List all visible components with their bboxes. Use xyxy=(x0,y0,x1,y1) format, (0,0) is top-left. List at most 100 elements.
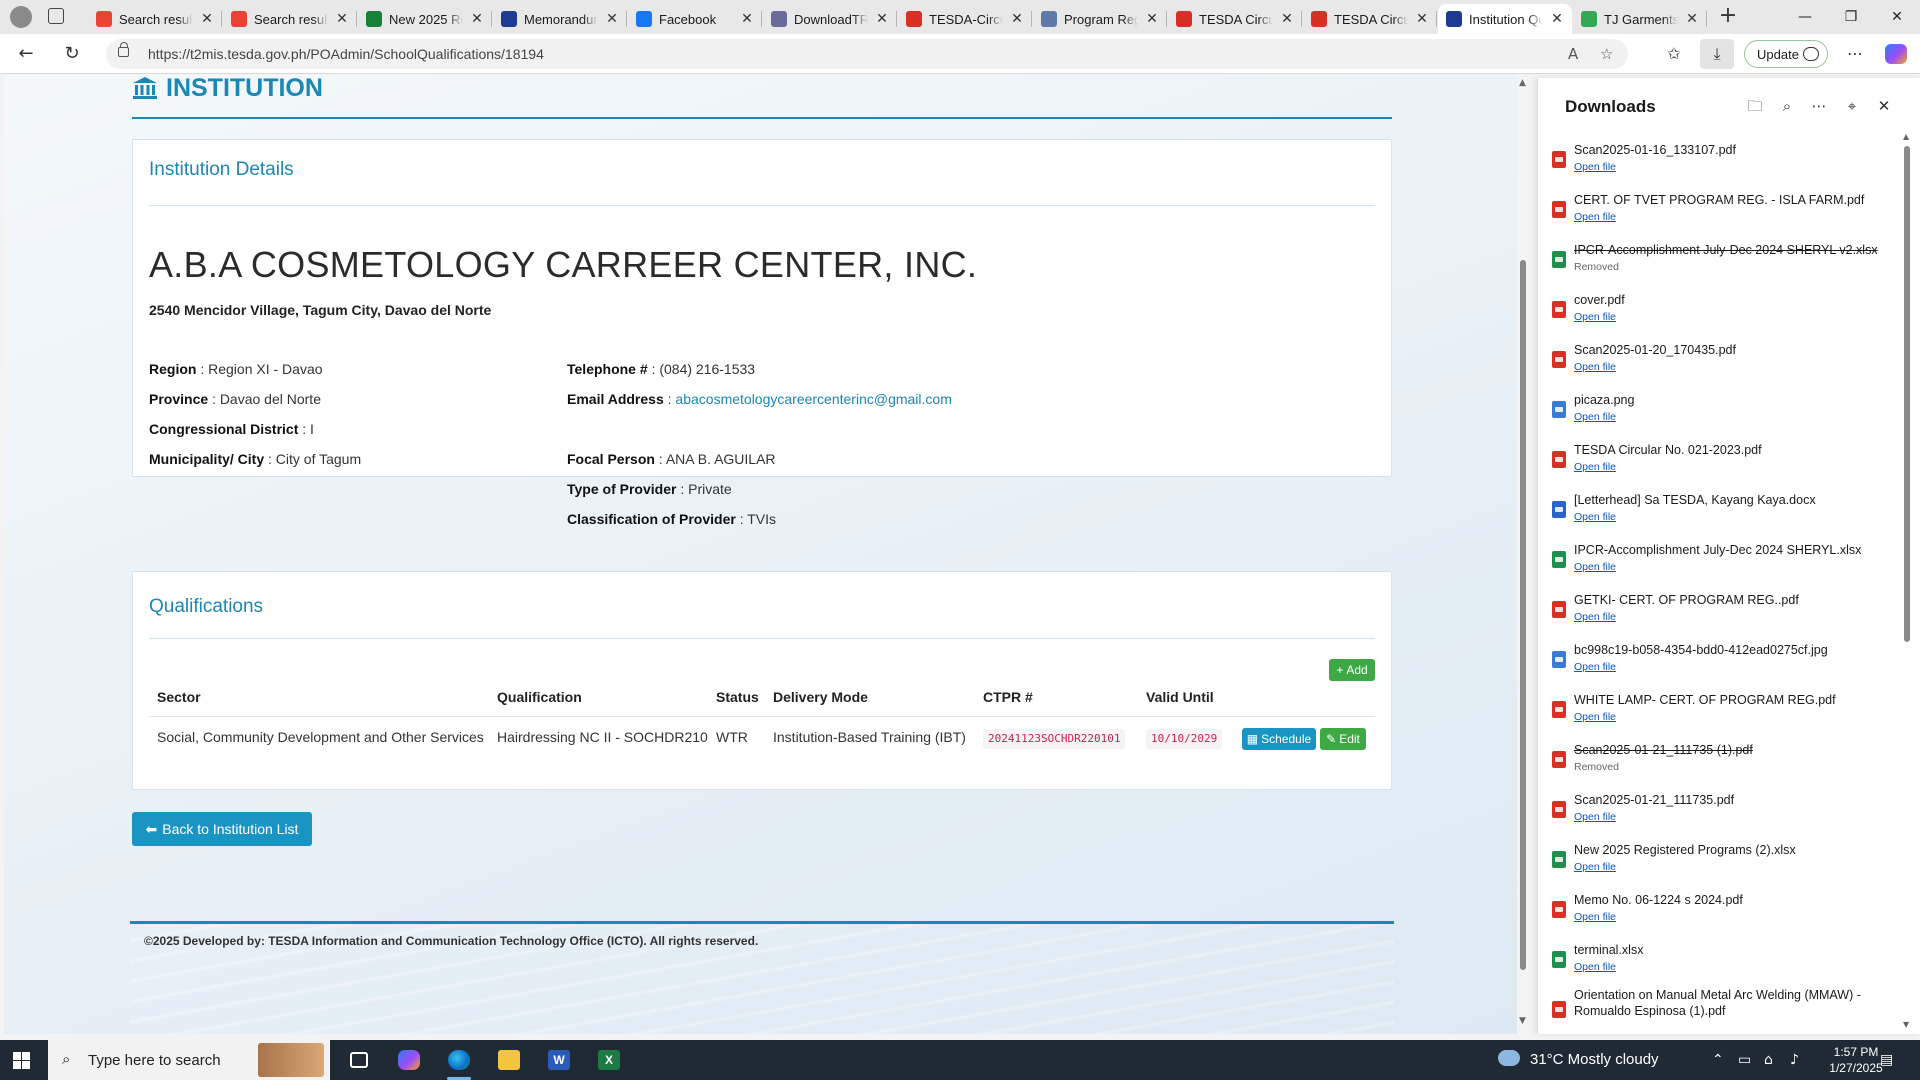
close-tab-icon[interactable]: ✕ xyxy=(470,11,484,27)
word-app-icon[interactable]: W xyxy=(539,1045,579,1075)
more-options-icon[interactable]: ⋯ xyxy=(1809,96,1829,116)
browser-tab[interactable]: Memorandum ✕ xyxy=(493,4,627,34)
open-file-link[interactable]: Open file xyxy=(1574,461,1616,473)
scroll-up-icon[interactable]: ▲ xyxy=(1903,132,1909,141)
download-item[interactable]: New 2025 Registered Programs (2).xlsx Ope… xyxy=(1538,835,1904,885)
browser-tab[interactable]: Institution Qualifications ✕ xyxy=(1438,4,1572,34)
weather-icon[interactable] xyxy=(1498,1050,1520,1066)
close-tab-icon[interactable]: ✕ xyxy=(1415,11,1429,27)
read-aloud-icon[interactable]: A xyxy=(1568,45,1578,63)
close-tab-icon[interactable]: ✕ xyxy=(740,11,754,27)
downloads-scrollbar[interactable]: ▲ ▼ xyxy=(1902,132,1912,1032)
column-header-sector[interactable]: Sector xyxy=(157,689,201,705)
email-link[interactable]: abacosmetologycareercenterinc@gmail.com xyxy=(675,391,951,407)
show-hidden-icons-icon[interactable]: ⌃ xyxy=(1712,1052,1724,1068)
close-tab-icon[interactable]: ✕ xyxy=(335,11,349,27)
new-tab-button[interactable]: + xyxy=(1714,4,1742,30)
download-item[interactable]: Memo No. 06-1224 s 2024.pdf Open file xyxy=(1538,885,1904,935)
downloads-scroll-thumb[interactable] xyxy=(1904,146,1910,642)
scroll-up-icon[interactable]: ▲ xyxy=(1519,78,1526,88)
volume-icon[interactable]: ♪ xyxy=(1790,1052,1799,1068)
add-qualification-button[interactable]: + Add xyxy=(1329,659,1375,681)
download-item[interactable]: WHITE LAMP- CERT. OF PROGRAM REG.pdf Open… xyxy=(1538,685,1904,735)
search-icon[interactable]: ⌕ xyxy=(1777,96,1797,116)
lock-icon[interactable] xyxy=(118,42,129,57)
open-file-link[interactable]: Open file xyxy=(1574,411,1616,423)
update-button[interactable]: Update xyxy=(1744,40,1828,68)
file-explorer-icon[interactable] xyxy=(489,1045,529,1075)
windows-start-icon[interactable] xyxy=(13,1052,30,1069)
browser-tab[interactable]: New 2025 Registered ✕ xyxy=(358,4,492,34)
url-text[interactable]: https://t2mis.tesda.gov.ph/POAdmin/Schoo… xyxy=(148,46,544,62)
refresh-icon[interactable]: ↻ xyxy=(60,43,84,65)
schedule-button[interactable]: ▦ Schedule xyxy=(1242,728,1316,750)
unpin-icon[interactable]: ⌖ xyxy=(1842,96,1862,116)
close-tab-icon[interactable]: ✕ xyxy=(1010,11,1024,27)
browser-tab[interactable]: TESDA Circular ✕ xyxy=(1168,4,1302,34)
download-item[interactable]: cover.pdf Open file xyxy=(1538,285,1904,335)
download-item[interactable]: GETKI- CERT. OF PROGRAM REG..pdf Open fil… xyxy=(1538,585,1904,635)
open-file-link[interactable]: Open file xyxy=(1574,711,1616,723)
open-file-link[interactable]: Open file xyxy=(1574,161,1616,173)
download-item[interactable]: picaza.png Open file xyxy=(1538,385,1904,435)
folder-icon[interactable]: 🗀 xyxy=(1745,96,1765,116)
open-file-link[interactable]: Open file xyxy=(1574,611,1616,623)
downloads-icon[interactable]: ⤓ xyxy=(1700,39,1734,69)
page-scrollbar[interactable]: ▲ ▼ xyxy=(1517,76,1529,1030)
close-tab-icon[interactable]: ✕ xyxy=(1145,11,1159,27)
download-item[interactable]: Scan2025-01-16_133107.pdf Open file xyxy=(1538,135,1904,185)
meet-now-icon[interactable]: ▭ xyxy=(1738,1052,1751,1068)
download-item[interactable]: Scan2025-01-21_111735 (1).pdf Removed xyxy=(1538,735,1904,785)
close-icon[interactable]: ✕ xyxy=(1874,96,1894,116)
download-item[interactable]: CERT. OF TVET PROGRAM REG. - ISLA FARM.p… xyxy=(1538,185,1904,235)
column-header-ctpr[interactable]: CTPR # xyxy=(983,689,1033,705)
open-file-link[interactable]: Open file xyxy=(1574,311,1616,323)
taskbar-search-box[interactable]: ⌕ Type here to search xyxy=(48,1040,330,1080)
task-view-icon[interactable] xyxy=(339,1045,379,1075)
close-tab-icon[interactable]: ✕ xyxy=(875,11,889,27)
browser-tab[interactable]: Search results ✕ xyxy=(88,4,222,34)
close-tab-icon[interactable]: ✕ xyxy=(1685,11,1699,27)
browser-tab[interactable]: Facebook ✕ xyxy=(628,4,762,34)
back-to-list-button[interactable]: ⬅ Back to Institution List xyxy=(132,812,312,846)
download-item[interactable]: Scan2025-01-20_170435.pdf Open file xyxy=(1538,335,1904,385)
scroll-down-icon[interactable]: ▼ xyxy=(1519,1016,1526,1026)
column-header-qualification[interactable]: Qualification xyxy=(497,689,582,705)
download-item[interactable]: TESDA Circular No. 021-2023.pdf Open file xyxy=(1538,435,1904,485)
copilot-app-icon[interactable] xyxy=(389,1045,429,1075)
scroll-down-icon[interactable]: ▼ xyxy=(1903,1020,1909,1029)
address-bar[interactable]: https://t2mis.tesda.gov.ph/POAdmin/Schoo… xyxy=(106,39,1628,69)
open-file-link[interactable]: Open file xyxy=(1574,511,1616,523)
profile-avatar[interactable] xyxy=(10,6,32,28)
weather-text[interactable]: 31°C Mostly cloudy xyxy=(1530,1051,1659,1068)
column-header-status[interactable]: Status xyxy=(716,689,759,705)
restore-button[interactable]: ❐ xyxy=(1828,0,1874,34)
close-tab-icon[interactable]: ✕ xyxy=(1280,11,1294,27)
download-item[interactable]: Scan2025-01-21_111735.pdf Open file xyxy=(1538,785,1904,835)
more-options-icon[interactable]: ⋯ xyxy=(1843,43,1867,65)
open-file-link[interactable]: Open file xyxy=(1574,661,1616,673)
back-arrow-icon[interactable]: ← xyxy=(14,43,38,65)
browser-tab[interactable]: TJ Garments ✕ xyxy=(1573,4,1707,34)
open-file-link[interactable]: Open file xyxy=(1574,911,1616,923)
favorite-star-icon[interactable]: ☆ xyxy=(1600,45,1613,63)
download-item[interactable]: Orientation on Manual Metal Arc Welding … xyxy=(1538,985,1904,1034)
browser-tab[interactable]: Program Registration ✕ xyxy=(1033,4,1167,34)
copilot-icon[interactable] xyxy=(1885,44,1907,64)
close-tab-icon[interactable]: ✕ xyxy=(605,11,619,27)
browser-tab[interactable]: TESDA Circular ✕ xyxy=(1303,4,1437,34)
download-item[interactable]: [Letterhead] Sa TESDA, Kayang Kaya.docx O… xyxy=(1538,485,1904,535)
page-scroll-thumb[interactable] xyxy=(1520,260,1526,970)
browser-tab[interactable]: TESDA-Circular ✕ xyxy=(898,4,1032,34)
excel-app-icon[interactable]: X xyxy=(589,1045,629,1075)
edit-button[interactable]: ✎ Edit xyxy=(1320,728,1366,750)
browser-tab[interactable]: Search results ✕ xyxy=(223,4,357,34)
download-item[interactable]: bc998c19-b058-4354-bdd0-412ead0275cf.jpg… xyxy=(1538,635,1904,685)
close-window-button[interactable]: ✕ xyxy=(1874,0,1920,34)
close-tab-icon[interactable]: ✕ xyxy=(1550,11,1564,27)
favorites-icon[interactable]: ✩ xyxy=(1662,43,1686,65)
column-header-delivery-mode[interactable]: Delivery Mode xyxy=(773,689,868,705)
minimize-button[interactable]: — xyxy=(1782,0,1828,34)
notification-icon[interactable]: ▤ xyxy=(1880,1052,1893,1068)
open-file-link[interactable]: Open file xyxy=(1574,861,1616,873)
